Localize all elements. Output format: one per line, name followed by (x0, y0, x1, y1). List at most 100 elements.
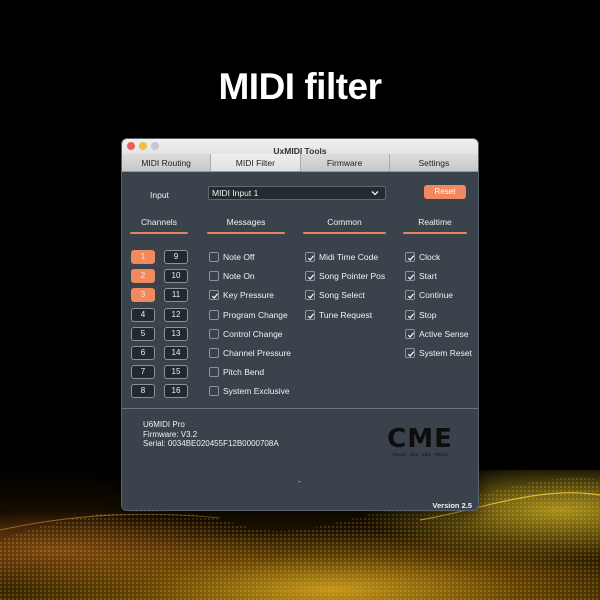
input-select[interactable]: MIDI Input 1 (208, 186, 386, 200)
messages-item[interactable]: Key Pressure (209, 289, 274, 301)
checkbox[interactable] (405, 309, 415, 320)
status-dash: - (298, 477, 301, 486)
realtime-item[interactable]: Active Sense (405, 328, 469, 340)
filter-panel: Input MIDI Input 1 Reset Channels Messag… (122, 172, 478, 442)
common-item[interactable]: Tune Request (305, 309, 372, 321)
title-bar: UxMIDI Tools (122, 139, 478, 156)
version-label: Version 2.5 (432, 501, 472, 510)
checkbox[interactable] (305, 309, 315, 320)
channel-16-button[interactable]: 16 (164, 384, 188, 399)
channel-6-button[interactable]: 6 (131, 346, 155, 360)
realtime-item[interactable]: Clock (405, 251, 440, 263)
checkmark-icon (407, 332, 415, 338)
checkmark-icon (307, 274, 315, 281)
checkbox[interactable] (405, 252, 415, 262)
checkbox[interactable] (209, 386, 219, 397)
channel-4-button[interactable]: 4 (131, 307, 155, 322)
channel-7-button[interactable]: 7 (131, 365, 155, 380)
device-serial: Serial: 0034BE020455F12B0000708A (143, 439, 279, 448)
channel-11-button[interactable]: 11 (164, 288, 188, 303)
checkbox-label: Control Change (223, 328, 283, 339)
channel-10-button[interactable]: 10 (164, 269, 188, 284)
messages-item[interactable]: Control Change (209, 328, 283, 340)
tab-midi-routing[interactable]: MIDI Routing (122, 154, 212, 171)
checkbox-label: Channel Pressure (223, 348, 292, 358)
realtime-header-label: Realtime (418, 217, 452, 227)
checkmark-icon (407, 255, 415, 261)
checkbox-label: Key Pressure (223, 290, 275, 301)
messages-underline (207, 232, 285, 234)
realtime-item[interactable]: Start (405, 270, 437, 282)
channel-13-button[interactable]: 13 (164, 326, 188, 341)
channels-header: Channels (130, 217, 188, 234)
checkbox[interactable] (209, 367, 219, 378)
device-name: U6MIDI Pro (143, 420, 185, 429)
messages-item[interactable]: Program Change (209, 309, 288, 321)
checkbox-label: Program Change (223, 309, 288, 320)
checkbox-label: Midi Time Code (319, 252, 379, 262)
checkbox[interactable] (209, 309, 219, 320)
checkmark-icon (307, 255, 315, 261)
tab-settings[interactable]: Settings (389, 154, 478, 171)
checkmark-icon (307, 313, 315, 319)
channel-2-button[interactable]: 2 (131, 269, 155, 284)
common-item[interactable]: Midi Time Code (305, 251, 378, 263)
channel-3-button[interactable]: 3 (131, 288, 155, 303)
messages-header: Messages (207, 217, 285, 234)
device-info: U6MIDI Pro Firmware: V3.2 Serial: 0034BE… (143, 420, 279, 449)
chevron-down-icon (371, 191, 379, 196)
checkbox-label: Pitch Bend (223, 367, 265, 378)
checkbox-label: Active Sense (419, 328, 469, 339)
checkbox[interactable] (305, 290, 315, 301)
checkbox[interactable] (209, 290, 219, 301)
maximize-window-button[interactable] (151, 142, 159, 150)
checkbox[interactable] (405, 328, 415, 339)
realtime-header: Realtime (403, 217, 467, 234)
checkbox[interactable] (209, 328, 219, 339)
checkbox[interactable] (405, 290, 415, 301)
common-item[interactable]: Song Select (305, 289, 365, 301)
checkmark-icon (307, 293, 315, 300)
realtime-item[interactable]: Stop (405, 309, 437, 321)
channel-15-button[interactable]: 15 (164, 365, 188, 380)
common-item[interactable]: Song Pointer Pos (305, 270, 385, 282)
channel-1-button[interactable]: 1 (131, 250, 155, 264)
checkbox[interactable] (209, 252, 219, 262)
cme-logo-text: CME (387, 424, 453, 454)
channels-underline (130, 232, 188, 234)
channel-12-button[interactable]: 12 (164, 307, 188, 322)
checkbox-label: Tune Request (319, 309, 373, 320)
common-header-label: Common (327, 217, 362, 227)
channel-8-button[interactable]: 8 (131, 384, 155, 399)
tab-firmware[interactable]: Firmware (300, 154, 390, 171)
checkmark-icon (407, 293, 415, 300)
checkbox-label: Note Off (223, 252, 255, 262)
tab-midi-filter[interactable]: MIDI Filter (211, 154, 301, 171)
input-select-value: MIDI Input 1 (212, 188, 259, 198)
checkbox[interactable] (305, 252, 315, 262)
checkbox[interactable] (209, 271, 219, 282)
messages-item[interactable]: Pitch Bend (209, 366, 264, 378)
channel-9-button[interactable]: 9 (164, 250, 188, 264)
checkbox-label: System Reset (419, 348, 472, 358)
device-firmware: Firmware: V3.2 (143, 429, 198, 439)
reset-button[interactable]: Reset (424, 185, 466, 199)
checkbox[interactable] (209, 348, 219, 358)
checkbox-label: Continue (419, 290, 454, 301)
messages-item[interactable]: Note On (209, 270, 255, 282)
channels-header-label: Channels (141, 217, 177, 227)
messages-item[interactable]: Channel Pressure (209, 347, 291, 359)
checkbox[interactable] (305, 271, 315, 282)
messages-item[interactable]: System Exclusive (209, 385, 290, 397)
checkbox[interactable] (405, 348, 415, 358)
checkbox[interactable] (405, 271, 415, 282)
messages-item[interactable]: Note Off (209, 251, 255, 263)
section-divider (122, 408, 478, 409)
common-underline (303, 232, 386, 234)
realtime-item[interactable]: System Reset (405, 347, 472, 359)
channel-14-button[interactable]: 14 (164, 346, 188, 360)
close-window-button[interactable] (127, 142, 135, 150)
minimize-window-button[interactable] (139, 142, 147, 150)
channel-5-button[interactable]: 5 (131, 326, 155, 341)
realtime-item[interactable]: Continue (405, 289, 453, 301)
